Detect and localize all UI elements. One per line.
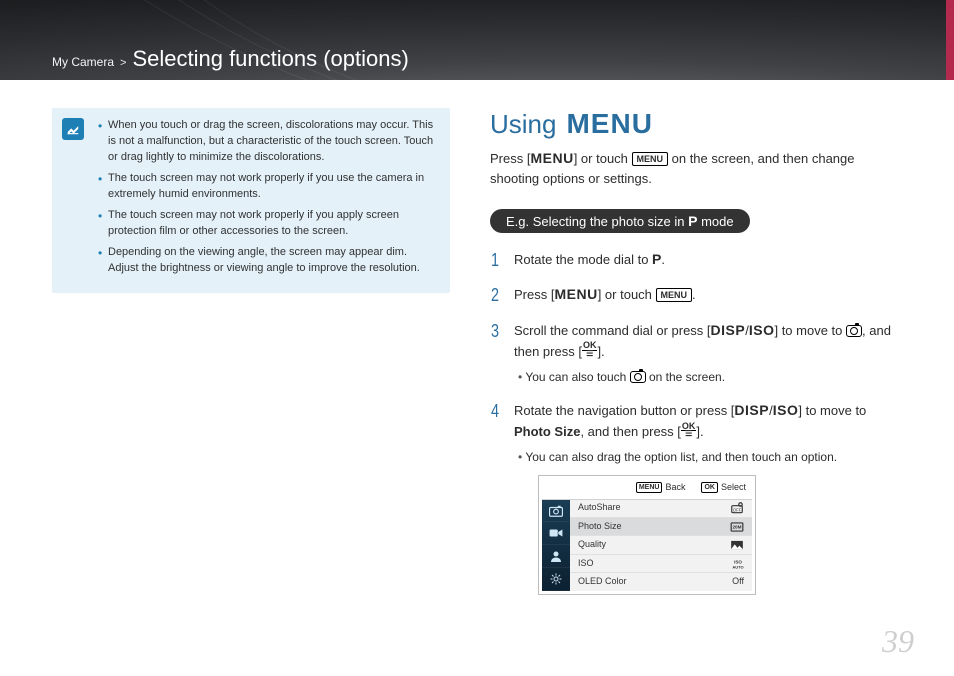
svg-text:20M: 20M	[732, 525, 741, 530]
text: .	[661, 252, 665, 267]
text: Scroll the command dial or press [	[514, 323, 711, 338]
breadcrumb: My Camera > Selecting functions (options…	[52, 46, 409, 72]
menu-symbol: MENU	[530, 150, 573, 166]
photosize-value-icon: 20M	[730, 521, 744, 533]
text: ] or touch	[574, 151, 632, 166]
rail-camera-icon	[542, 500, 570, 523]
lcd-back-label: Back	[665, 481, 685, 495]
autoshare-value-icon: OFF	[730, 502, 744, 514]
text: mode	[697, 214, 733, 229]
heading-prefix: Using	[490, 109, 556, 140]
svg-text:ISO: ISO	[734, 559, 742, 564]
menu-button-icon: MENU	[632, 152, 669, 166]
step-number: 3	[491, 318, 499, 346]
lcd-row-oledcolor: OLED Color Off	[570, 573, 752, 590]
lcd-row-label: Quality	[578, 538, 606, 552]
quality-value-icon	[730, 539, 744, 551]
lcd-row-label: AutoShare	[578, 501, 621, 515]
text: on the screen.	[646, 370, 725, 384]
disp-symbol: DISP	[711, 322, 746, 338]
lcd-row-label: ISO	[578, 557, 594, 571]
step: 3 Scroll the command dial or press [DISP…	[490, 320, 902, 386]
lcd-menu-list: AutoShare OFF Photo Size 20M Quality	[570, 500, 752, 591]
rail-gear-icon	[542, 568, 570, 591]
rail-video-icon	[542, 522, 570, 545]
ok-button-symbol: OK☰	[681, 423, 697, 438]
note-item: The touch screen may not work properly i…	[98, 208, 436, 240]
lcd-select-label: Select	[721, 481, 746, 495]
menu-key-icon: MENU	[636, 482, 663, 493]
rail-user-icon	[542, 545, 570, 568]
note-item: When you touch or drag the screen, disco…	[98, 118, 436, 166]
ok-button-symbol: OK☰	[582, 342, 598, 357]
step-number: 4	[491, 398, 499, 426]
text: Rotate the navigation button or press [	[514, 403, 734, 418]
step: 4 Rotate the navigation button or press …	[490, 400, 902, 594]
breadcrumb-separator: >	[120, 57, 126, 69]
camera-icon	[846, 325, 862, 337]
page-header: My Camera > Selecting functions (options…	[0, 0, 954, 80]
breadcrumb-title: Selecting functions (options)	[132, 46, 408, 72]
step-sub: You can also touch on the screen.	[514, 368, 902, 387]
example-pill: E.g. Selecting the photo size in P mode	[490, 209, 750, 233]
note-icon	[62, 118, 84, 140]
text: ] to move to	[798, 403, 866, 418]
heading-menu-word: MENU	[566, 108, 652, 140]
lcd-row-value: Off	[732, 575, 744, 589]
text: You can also touch	[525, 370, 629, 384]
text: Rotate the mode dial to	[514, 252, 652, 267]
iso-value-icon: ISOAUTO	[730, 558, 744, 570]
svg-text:OFF: OFF	[733, 508, 742, 513]
right-column: Using MENU Press [MENU] or touch MENU on…	[490, 108, 902, 609]
section-heading: Using MENU	[490, 108, 902, 140]
section-intro: Press [MENU] or touch MENU on the screen…	[490, 148, 902, 189]
lcd-preview: MENUBack OKSelect AutoShare	[538, 475, 756, 595]
text: Press [	[490, 151, 530, 166]
lcd-row-label: Photo Size	[578, 520, 622, 534]
steps-list: 1 Rotate the mode dial to P. 2 Press [ME…	[490, 249, 902, 595]
text: Press [	[514, 287, 554, 302]
text: E.g. Selecting the photo size in	[506, 214, 688, 229]
step: 2 Press [MENU] or touch MENU.	[490, 284, 902, 306]
menu-symbol: MENU	[554, 286, 597, 302]
mode-p-symbol: P	[652, 251, 661, 267]
lcd-top-bar: MENUBack OKSelect	[542, 479, 752, 499]
side-ribbon	[946, 0, 954, 80]
camera-icon	[630, 371, 646, 383]
step-number: 1	[491, 247, 499, 275]
text: ].	[597, 344, 604, 359]
svg-text:AUTO: AUTO	[732, 564, 743, 569]
step-sub: You can also drag the option list, and t…	[514, 448, 902, 467]
step-number: 2	[491, 282, 499, 310]
lcd-row-photosize: Photo Size 20M	[570, 518, 752, 536]
text: ] to move to	[774, 323, 846, 338]
menu-button-icon: MENU	[656, 288, 693, 302]
iso-symbol: ISO	[773, 402, 799, 418]
text: .	[692, 287, 696, 302]
lcd-row-label: OLED Color	[578, 575, 627, 589]
text: , and then press [	[580, 424, 680, 439]
breadcrumb-parent: My Camera	[52, 55, 114, 69]
lcd-row-iso: ISO ISOAUTO	[570, 555, 752, 573]
step: 1 Rotate the mode dial to P.	[490, 249, 902, 271]
lcd-row-quality: Quality	[570, 536, 752, 554]
ok-key-icon: OK	[701, 482, 718, 493]
note-item: The touch screen may not work properly i…	[98, 171, 436, 203]
note-item: Depending on the viewing angle, the scre…	[98, 245, 436, 277]
disp-symbol: DISP	[734, 402, 769, 418]
page-body: When you touch or drag the screen, disco…	[0, 80, 954, 609]
page-number: 39	[882, 623, 914, 660]
text: ].	[696, 424, 703, 439]
lcd-rail	[542, 500, 570, 591]
lcd-row-autoshare: AutoShare OFF	[570, 500, 752, 518]
step-target: Photo Size	[514, 424, 580, 439]
lcd-body: AutoShare OFF Photo Size 20M Quality	[542, 499, 752, 591]
iso-symbol: ISO	[749, 322, 775, 338]
text: ] or touch	[598, 287, 656, 302]
left-column: When you touch or drag the screen, disco…	[52, 108, 450, 609]
note-box: When you touch or drag the screen, disco…	[52, 108, 450, 293]
